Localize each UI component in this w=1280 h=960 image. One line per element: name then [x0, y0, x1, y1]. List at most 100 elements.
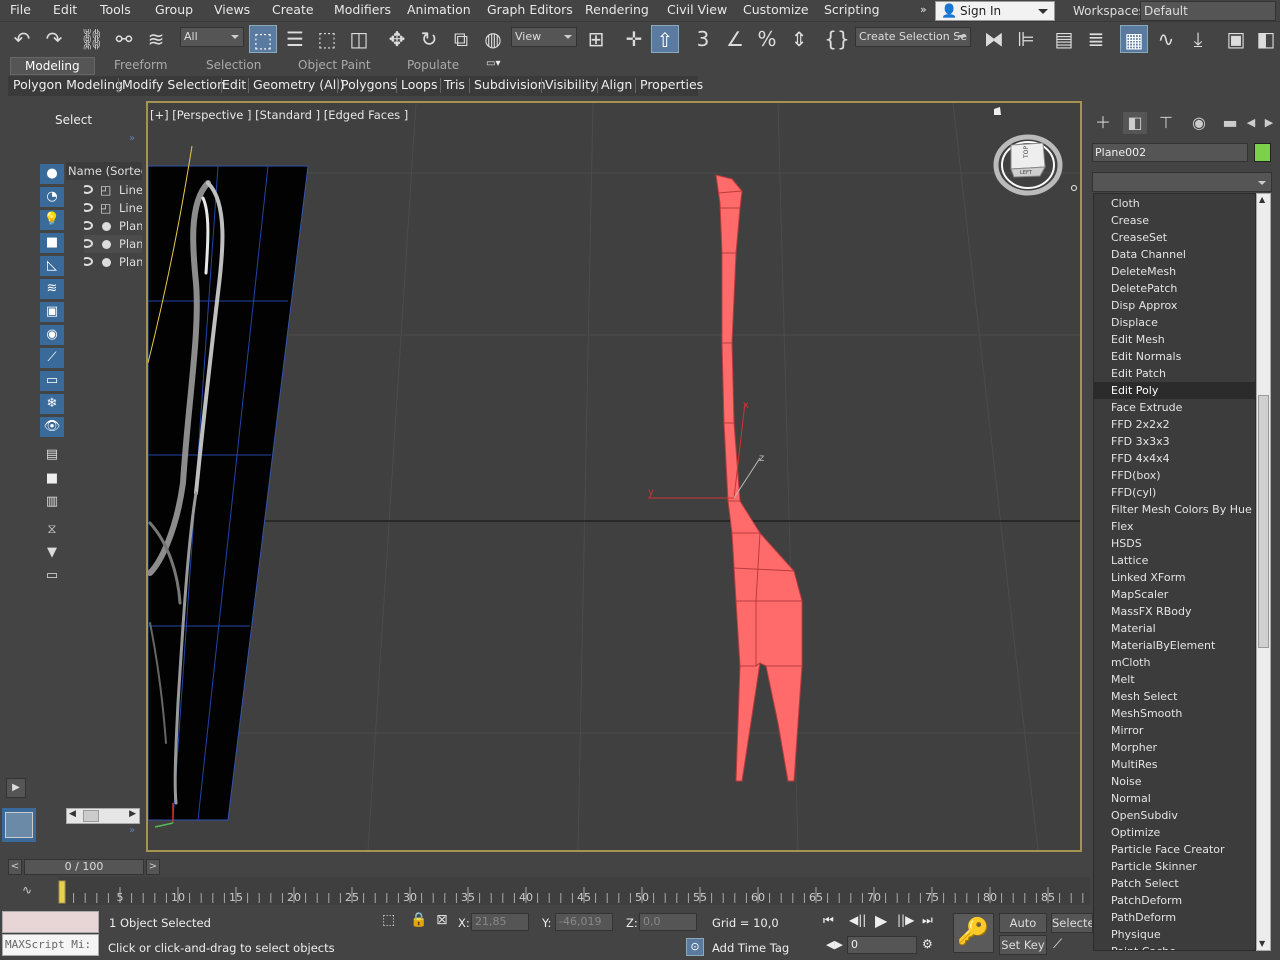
filter-options-icon[interactable]: ⧖ [40, 520, 64, 540]
panel-polygons[interactable]: Polygons [341, 77, 397, 92]
modifier-list-item[interactable]: Mesh Select [1094, 688, 1255, 705]
play-icon[interactable]: ▶ [875, 911, 887, 930]
menu-overflow-icon[interactable]: » [920, 3, 927, 16]
display-invert-icon[interactable]: ▥ [40, 492, 64, 512]
perspective-viewport[interactable]: y x z TOP LEFT [146, 101, 1082, 852]
scroll-left-icon[interactable]: ◀ [1244, 112, 1258, 134]
modifier-list-item[interactable]: Linked XForm [1094, 569, 1255, 586]
panel-subdivision[interactable]: Subdivision [474, 77, 546, 92]
undo-icon[interactable]: ↶ [8, 25, 36, 53]
keyboard-shortcut-override-icon[interactable]: ⇧ [651, 25, 679, 53]
modifier-list-item[interactable]: PatchDeform [1094, 892, 1255, 909]
auto-key-button[interactable]: Auto Key [999, 913, 1047, 948]
panel-modify-selection[interactable]: Modify Selection [122, 77, 225, 92]
modifier-list-item[interactable]: Morpher [1094, 739, 1255, 756]
scale-icon[interactable]: ⧉ [447, 25, 475, 53]
scroll-thumb[interactable] [1258, 395, 1269, 648]
key-mode-icon[interactable]: ◀▶ [826, 938, 843, 951]
display-frozen-icon[interactable]: 👁 [40, 417, 64, 437]
material-editor-icon[interactable]: ▣ [1222, 25, 1250, 53]
scroll-right-icon[interactable]: ▶ [1262, 112, 1276, 134]
modifier-list-item[interactable]: Optimize [1094, 824, 1255, 841]
modifier-list-item[interactable]: PathDeform [1094, 909, 1255, 926]
modifier-list-item[interactable]: Normal [1094, 790, 1255, 807]
named-selection-dropdown[interactable]: Create Selection Se [855, 27, 971, 47]
render-setup-icon[interactable]: ◧ [1254, 25, 1278, 53]
tab-populate[interactable]: Populate [407, 58, 459, 72]
panel-edit[interactable]: Edit [222, 77, 246, 92]
modifier-list-item[interactable]: mCloth [1094, 654, 1255, 671]
modifier-list-item[interactable]: Face Extrude [1094, 399, 1255, 416]
menu-animation[interactable]: Animation [407, 2, 471, 17]
modifier-list-item[interactable]: Crease [1094, 212, 1255, 229]
modifier-list-item[interactable]: Edit Patch [1094, 365, 1255, 382]
workspace-select[interactable]: Default [1140, 1, 1276, 21]
tab-modeling[interactable]: Modeling [10, 57, 95, 75]
time-config-icon[interactable]: ⚙ [922, 937, 933, 951]
modifier-list-item[interactable]: FFD(cyl) [1094, 484, 1255, 501]
filter-icon[interactable]: ▼ [40, 543, 64, 563]
move-icon[interactable]: ✥ [383, 25, 411, 53]
menu-customize[interactable]: Customize [743, 2, 809, 17]
modifier-list-item[interactable]: FFD 3x3x3 [1094, 433, 1255, 450]
menu-modifiers[interactable]: Modifiers [334, 2, 391, 17]
time-tag-icon[interactable]: ⊙ [686, 938, 704, 956]
menu-file[interactable]: File [10, 2, 31, 17]
ribbon-options-icon[interactable]: ▭▾ [486, 58, 500, 69]
set-key-mode-icon[interactable]: 🔑 [953, 913, 994, 953]
modifier-list-item[interactable]: MeshSmooth [1094, 705, 1255, 722]
spinner-snap-icon[interactable]: ⇕ [785, 25, 813, 53]
set-key-button[interactable]: Set Key [999, 935, 1047, 955]
modifier-list-item[interactable]: Melt [1094, 671, 1255, 688]
modify-tab-icon[interactable]: ◧ [1123, 112, 1147, 134]
mirror-icon[interactable]: ⧓ [980, 25, 1008, 53]
selection-filter-dropdown[interactable]: All [180, 27, 244, 47]
panel-geometry-all[interactable]: Geometry (All) [253, 77, 345, 92]
absolute-mode-icon[interactable]: ⊠ [436, 912, 448, 928]
modifier-list-item[interactable]: Noise [1094, 773, 1255, 790]
modifier-list-item[interactable]: DeletePatch [1094, 280, 1255, 297]
time-next-icon[interactable]: > [146, 859, 160, 875]
modifier-list-item[interactable]: MapScaler [1094, 586, 1255, 603]
menu-views[interactable]: Views [214, 2, 250, 17]
ribbon-toggle-icon[interactable]: ▦ [1120, 25, 1148, 53]
modifier-list-item[interactable]: Filter Mesh Colors By Hue [1094, 501, 1255, 518]
modifier-list-item[interactable]: MaterialByElement [1094, 637, 1255, 654]
menu-edit[interactable]: Edit [53, 2, 77, 17]
modifier-list-item[interactable]: Patch Select [1094, 875, 1255, 892]
current-frame-spinner[interactable]: 0 [847, 936, 917, 954]
display-groups-icon[interactable]: ▣ [40, 302, 64, 322]
modifier-list-item[interactable]: MultiRes [1094, 756, 1255, 773]
prev-frame-icon[interactable]: ◀|| [849, 913, 866, 927]
maxscript-listener-output[interactable] [2, 911, 99, 933]
menu-create[interactable]: Create [272, 2, 314, 17]
select-by-name-icon[interactable]: ☰ [281, 25, 309, 53]
menu-civil-view[interactable]: Civil View [667, 2, 727, 17]
scroll-up-icon[interactable]: ▲ [1259, 195, 1265, 204]
curve-editor-icon[interactable]: ∿ [1152, 25, 1180, 53]
expand-icon[interactable]: ▶ [6, 778, 26, 798]
add-time-tag[interactable]: Add Time Tag [712, 941, 789, 955]
panel-visibility[interactable]: Visibility [545, 77, 597, 92]
menu-graph-editors[interactable]: Graph Editors [487, 2, 573, 17]
scroll-down-icon[interactable]: ▼ [1259, 939, 1265, 948]
place-icon[interactable]: ◍ [479, 25, 507, 53]
viewcube[interactable]: TOP LEFT [993, 107, 1077, 196]
y-coordinate-field[interactable]: -46,019 [555, 913, 613, 931]
modifier-list-item[interactable]: Disp Approx [1094, 297, 1255, 314]
panel-properties[interactable]: Properties [640, 77, 703, 92]
display-cameras-icon[interactable]: ■ [40, 233, 64, 253]
scene-row-line01[interactable]: ◰ Line0 [84, 181, 142, 199]
modifier-list-item[interactable]: Data Channel [1094, 246, 1255, 263]
display-containers-icon[interactable]: ▭ [40, 371, 64, 391]
goto-start-icon[interactable]: ⏮ [823, 913, 834, 928]
link-icon[interactable]: ⛓ [78, 25, 106, 53]
expand-icon[interactable]: » [129, 133, 135, 144]
modifier-list-item[interactable]: Flex [1094, 518, 1255, 535]
explorer-horizontal-scrollbar[interactable]: ◀ ▶ [66, 808, 140, 824]
z-coordinate-field[interactable]: 0,0 [639, 913, 697, 931]
layer-icon[interactable]: ▭ [40, 566, 64, 586]
modifier-list-item[interactable]: HSDS [1094, 535, 1255, 552]
window-crossing-icon[interactable]: ◫ [345, 25, 373, 53]
modifier-list-item[interactable]: Displace [1094, 314, 1255, 331]
